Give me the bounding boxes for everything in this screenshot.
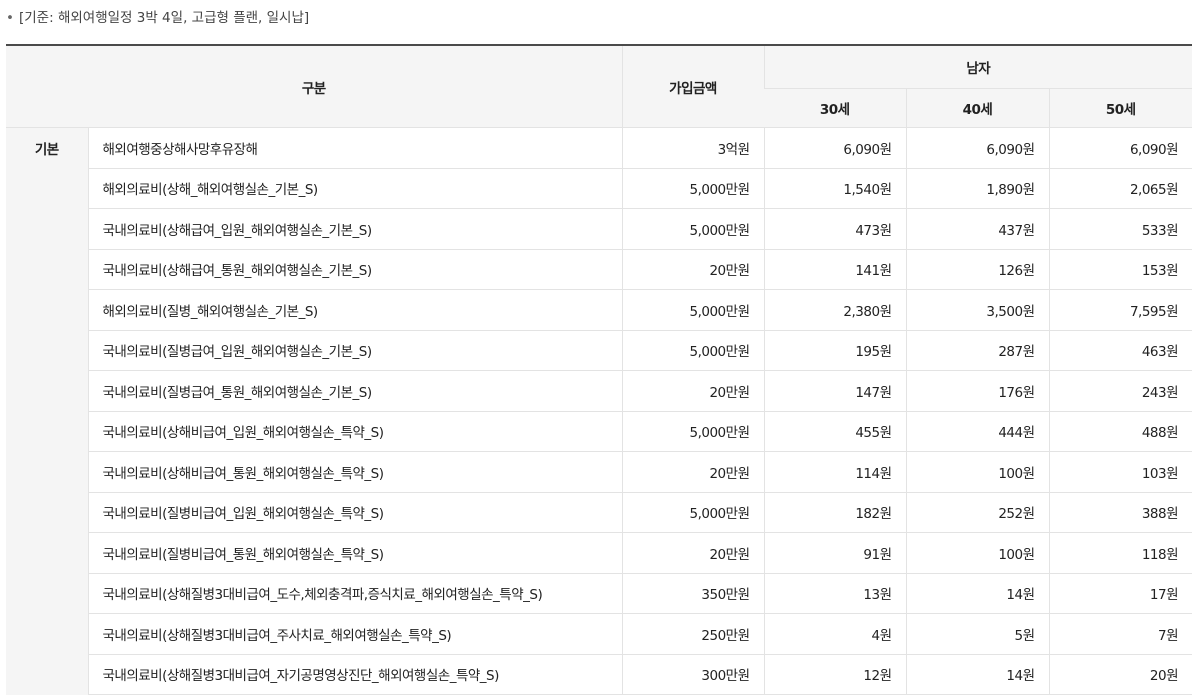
table-row: 국내의료비(상해급여_입원_해외여행실손_기본_S) 5,000만원 473원 437… [6, 208, 1193, 250]
premium-age-40: 444원 [905, 411, 1049, 452]
table-body: 기본 해외여행중상해사망후유장해 3억원 6,090원 6,090원 6,090원 해외의료… [6, 127, 1193, 695]
premium-age-30: 6,090원 [763, 127, 906, 169]
premium-age-40: 3,500원 [905, 289, 1049, 331]
premium-age-50: 6,090원 [1048, 127, 1193, 169]
premium-age-30: 147원 [763, 370, 906, 412]
coverage-name: 국내의료비(상해급여_입원_해외여행실손_기본_S) [87, 208, 622, 250]
coverage-amount: 5,000만원 [621, 492, 764, 533]
premium-age-30: 182원 [763, 492, 906, 533]
premium-age-30: 13원 [763, 573, 906, 614]
premium-age-30: 141원 [763, 249, 906, 290]
header-age-30: 30세 [764, 88, 906, 128]
coverage-amount: 300만원 [621, 654, 764, 695]
coverage-name: 국내의료비(질병급여_통원_해외여행실손_기본_S) [87, 370, 622, 412]
coverage-name: 국내의료비(상해비급여_입원_해외여행실손_특약_S) [87, 411, 622, 452]
premium-age-40: 6,090원 [905, 127, 1049, 169]
table-row: 국내의료비(상해질병3대비급여_자기공명영상진단_해외여행실손_특약_S) 300… [6, 654, 1193, 695]
premium-age-40: 437원 [905, 208, 1049, 250]
premium-age-40: 176원 [905, 370, 1049, 412]
premium-age-50: 7,595원 [1048, 289, 1193, 331]
header-age-50: 50세 [1048, 88, 1193, 128]
premium-age-50: 388원 [1048, 492, 1193, 533]
table-row: 국내의료비(상해급여_통원_해외여행실손_기본_S) 20만원 141원 126원 15… [6, 249, 1193, 290]
table-row: 국내의료비(질병급여_입원_해외여행실손_기본_S) 5,000만원 195원 287… [6, 330, 1193, 371]
coverage-name: 국내의료비(질병비급여_통원_해외여행실손_특약_S) [87, 532, 622, 574]
coverage-amount: 3억원 [621, 127, 764, 169]
criteria-note: • [기준: 해외여행일정 3박 4일, 고급형 플랜, 일시납] [6, 6, 309, 30]
table-row: 국내의료비(상해질병3대비급여_주사치료_해외여행실손_특약_S) 250만원 4원… [6, 613, 1193, 655]
premium-age-40: 1,890원 [905, 168, 1049, 209]
group-label: 기본 [6, 127, 88, 695]
coverage-amount: 5,000만원 [621, 411, 764, 452]
premium-age-50: 103원 [1048, 451, 1193, 493]
coverage-name: 국내의료비(상해급여_통원_해외여행실손_기본_S) [87, 249, 622, 290]
premium-age-50: 463원 [1048, 330, 1193, 371]
coverage-name: 국내의료비(상해질병3대비급여_주사치료_해외여행실손_특약_S) [87, 613, 622, 655]
premium-age-50: 17원 [1048, 573, 1193, 614]
premium-age-40: 287원 [905, 330, 1049, 371]
coverage-amount: 20만원 [621, 451, 764, 493]
premium-age-50: 488원 [1048, 411, 1193, 452]
premium-age-40: 100원 [905, 532, 1049, 574]
premium-age-30: 4원 [763, 613, 906, 655]
premium-age-50: 7원 [1048, 613, 1193, 655]
coverage-amount: 20만원 [621, 249, 764, 290]
premium-age-30: 473원 [763, 208, 906, 250]
table-row: 해외의료비(질병_해외여행실손_기본_S) 5,000만원 2,380원 3,500원… [6, 289, 1193, 331]
premium-table: 구분 가입금액 남자 30세 40세 50세 기본 해외여행중상해사망후유장해 3억… [6, 46, 1193, 695]
coverage-name: 해외여행중상해사망후유장해 [87, 127, 622, 169]
coverage-name: 국내의료비(상해질병3대비급여_자기공명영상진단_해외여행실손_특약_S) [87, 654, 622, 695]
premium-age-40: 14원 [905, 573, 1049, 614]
header-category: 구분 [6, 46, 622, 128]
coverage-name: 국내의료비(상해질병3대비급여_도수,체외충격파,증식치료_해외여행실손_특약_… [87, 573, 622, 614]
premium-age-50: 20원 [1048, 654, 1193, 695]
coverage-amount: 350만원 [621, 573, 764, 614]
premium-age-50: 153원 [1048, 249, 1193, 290]
coverage-name: 해외의료비(질병_해외여행실손_기본_S) [87, 289, 622, 331]
coverage-name: 국내의료비(질병비급여_입원_해외여행실손_특약_S) [87, 492, 622, 533]
criteria-note-text: [기준: 해외여행일정 3박 4일, 고급형 플랜, 일시납] [19, 10, 310, 26]
coverage-amount: 5,000만원 [621, 168, 764, 209]
table-row: 국내의료비(질병비급여_통원_해외여행실손_특약_S) 20만원 91원 100원 11… [6, 532, 1193, 574]
coverage-name: 해외의료비(상해_해외여행실손_기본_S) [87, 168, 622, 209]
coverage-amount: 20만원 [621, 370, 764, 412]
coverage-amount: 5,000만원 [621, 208, 764, 250]
premium-age-40: 100원 [905, 451, 1049, 493]
table-row: 기본 해외여행중상해사망후유장해 3억원 6,090원 6,090원 6,090원 [6, 127, 1193, 695]
premium-age-30: 12원 [763, 654, 906, 695]
premium-age-40: 5원 [905, 613, 1049, 655]
premium-table-container: 구분 가입금액 남자 30세 40세 50세 기본 해외여행중상해사망후유장해 3억… [6, 44, 1193, 695]
bullet-icon: • [6, 10, 14, 26]
header-amount: 가입금액 [621, 46, 764, 128]
premium-age-30: 91원 [763, 532, 906, 574]
table-row: 국내의료비(상해비급여_입원_해외여행실손_특약_S) 5,000만원 455원 44… [6, 411, 1193, 452]
coverage-name: 국내의료비(상해비급여_통원_해외여행실손_특약_S) [87, 451, 622, 493]
coverage-name: 국내의료비(질병급여_입원_해외여행실손_기본_S) [87, 330, 622, 371]
coverage-amount: 5,000만원 [621, 289, 764, 331]
premium-age-50: 118원 [1048, 532, 1193, 574]
coverage-amount: 250만원 [621, 613, 764, 655]
table-row: 국내의료비(질병비급여_입원_해외여행실손_특약_S) 5,000만원 182원 25… [6, 492, 1193, 533]
premium-age-50: 2,065원 [1048, 168, 1193, 209]
premium-age-40: 14원 [905, 654, 1049, 695]
header-male: 남자 [763, 46, 1193, 89]
premium-age-40: 126원 [905, 249, 1049, 290]
premium-age-50: 243원 [1048, 370, 1193, 412]
premium-age-50: 533원 [1048, 208, 1193, 250]
premium-age-30: 114원 [763, 451, 906, 493]
header-age-40: 40세 [905, 88, 1049, 128]
table-row: 국내의료비(상해비급여_통원_해외여행실손_특약_S) 20만원 114원 100원 1… [6, 451, 1193, 493]
premium-age-30: 1,540원 [763, 168, 906, 209]
table-row: 해외의료비(상해_해외여행실손_기본_S) 5,000만원 1,540원 1,890원… [6, 168, 1193, 209]
premium-age-30: 2,380원 [763, 289, 906, 331]
coverage-amount: 5,000만원 [621, 330, 764, 371]
premium-age-30: 195원 [763, 330, 906, 371]
table-row: 국내의료비(상해질병3대비급여_도수,체외충격파,증식치료_해외여행실손_특약_… [6, 573, 1193, 614]
coverage-amount: 20만원 [621, 532, 764, 574]
premium-age-30: 455원 [763, 411, 906, 452]
table-row: 국내의료비(질병급여_통원_해외여행실손_기본_S) 20만원 147원 176원 24… [6, 370, 1193, 412]
premium-age-40: 252원 [905, 492, 1049, 533]
